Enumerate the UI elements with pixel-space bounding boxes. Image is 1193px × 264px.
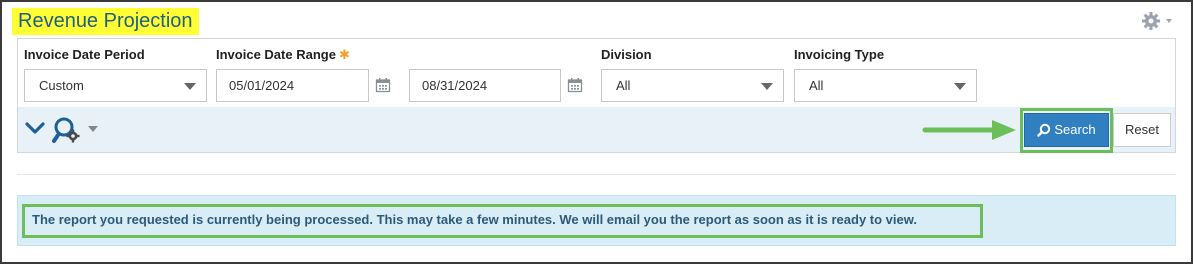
start-date-value: 05/01/2024 — [229, 78, 295, 93]
alert-message: The report you requested is currently be… — [32, 212, 917, 227]
required-icon: ✱ — [338, 47, 350, 62]
chevron-down-icon — [184, 83, 196, 90]
search-gear-icon[interactable] — [52, 116, 84, 144]
gear-icon[interactable] — [1140, 11, 1176, 31]
invoicing-type-label: Invoicing Type — [794, 47, 885, 62]
division-select[interactable]: All — [601, 69, 784, 102]
end-date-input[interactable]: 08/31/2024 — [409, 69, 561, 102]
invoicing-type-select[interactable]: All — [794, 69, 977, 102]
invoicing-type-value: All — [809, 78, 824, 93]
division-label: Division — [601, 47, 652, 62]
section-divider — [17, 174, 1176, 175]
settings-menu[interactable] — [1140, 11, 1176, 31]
filter-toolbar: Search Reset — [18, 107, 1175, 153]
filter-panel: Invoice Date Period Custom Invoice Date … — [17, 38, 1176, 153]
start-date-input[interactable]: 05/01/2024 — [216, 69, 369, 102]
chevron-down-icon — [761, 83, 773, 90]
calendar-icon[interactable] — [375, 77, 391, 93]
page-title: Revenue Projection — [12, 8, 199, 35]
arrow-right-icon — [922, 120, 1016, 140]
chevron-down-icon — [954, 83, 966, 90]
processing-alert: The report you requested is currently be… — [17, 195, 1176, 246]
invoice-date-period-select[interactable]: Custom — [24, 69, 207, 102]
invoice-date-period-value: Custom — [39, 78, 84, 93]
search-button-label: Search — [1054, 122, 1096, 137]
search-button[interactable]: Search — [1024, 113, 1109, 147]
end-date-value: 08/31/2024 — [422, 78, 488, 93]
invoice-date-period-label: Invoice Date Period — [24, 47, 145, 62]
invoice-date-range-label-text: Invoice Date Range — [216, 47, 336, 62]
caret-down-icon — [1166, 19, 1172, 23]
calendar-icon[interactable] — [567, 77, 583, 93]
search-icon — [1037, 123, 1051, 137]
invoice-date-range-label: Invoice Date Range ✱ — [216, 47, 350, 63]
reset-button[interactable]: Reset — [1113, 113, 1171, 147]
caret-down-icon[interactable] — [88, 126, 98, 132]
chevron-down-icon[interactable] — [24, 120, 46, 136]
division-value: All — [616, 78, 631, 93]
